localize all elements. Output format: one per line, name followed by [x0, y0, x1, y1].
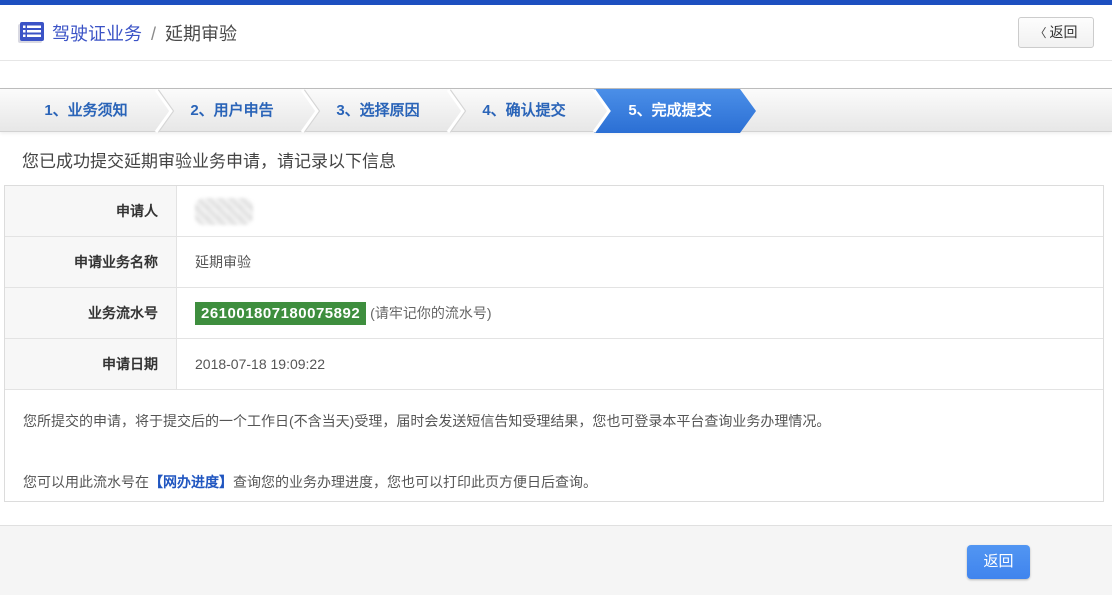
- serial-number-badge: 261001807180075892: [195, 301, 367, 325]
- row-value: [177, 186, 1103, 236]
- progress-query-link[interactable]: 【网办进度】: [149, 474, 233, 490]
- note-query: 您可以用此流水号在【网办进度】查询您的业务办理进度，您也可以打印此页方便日后查询…: [23, 472, 1085, 492]
- note-processing: 您所提交的申请，将于提交后的一个工作日(不含当天)受理，届时会发送短信告知受理结…: [23, 413, 831, 429]
- list-form-icon: [18, 22, 44, 43]
- note-query-pre: 您可以用此流水号在: [23, 474, 149, 490]
- row-label: 申请业务名称: [5, 237, 177, 287]
- note-query-post: 查询您的业务办理进度，您也可以打印此页方便日后查询。: [233, 474, 597, 490]
- step-tab-2[interactable]: 2、用户申告: [156, 89, 318, 133]
- serial-number-note: (请牢记你的流水号): [370, 305, 492, 321]
- page-header: 驾驶证业务 / 延期审验 〈返回: [0, 5, 1112, 61]
- redacted-applicant-name: [195, 197, 253, 225]
- table-row-apply-date: 申请日期 2018-07-18 19:09:22: [5, 339, 1103, 390]
- step-wizard: 1、业务须知 2、用户申告 3、选择原因 4、确认提交 5、完成提交: [0, 88, 1112, 133]
- step-tab-3[interactable]: 3、选择原因: [302, 89, 464, 133]
- table-row-serial-number: 业务流水号 261001807180075892 (请牢记你的流水号): [5, 288, 1103, 339]
- step-tab-5[interactable]: 5、完成提交: [594, 89, 756, 133]
- header-back-label: 返回: [1049, 24, 1078, 40]
- row-value: 2018-07-18 19:09:22: [195, 356, 325, 372]
- row-label: 业务流水号: [5, 288, 177, 338]
- row-value: 延期审验: [195, 254, 251, 270]
- breadcrumb: 驾驶证业务 / 延期审验: [52, 20, 237, 46]
- table-row-business-name: 申请业务名称 延期审验: [5, 237, 1103, 288]
- breadcrumb-current: 延期审验: [165, 23, 238, 44]
- table-row-applicant: 申请人: [5, 186, 1103, 237]
- result-table: 申请人 申请业务名称 延期审验 业务流水号 261001807180075892…: [4, 185, 1104, 502]
- footer-back-button[interactable]: 返回: [967, 545, 1030, 579]
- breadcrumb-separator: /: [151, 23, 157, 44]
- row-label: 申请人: [5, 186, 177, 236]
- header-back-button[interactable]: 〈返回: [1018, 17, 1094, 48]
- notes-section: 您所提交的申请，将于提交后的一个工作日(不含当天)受理，届时会发送短信告知受理结…: [5, 390, 1103, 501]
- chevron-left-icon: 〈: [1034, 26, 1047, 40]
- row-value: 261001807180075892 (请牢记你的流水号): [177, 288, 1103, 338]
- step-tab-1[interactable]: 1、业务须知: [10, 89, 172, 133]
- step-tab-4[interactable]: 4、确认提交: [448, 89, 610, 133]
- footer-bar: 返回: [0, 525, 1112, 595]
- breadcrumb-category: 驾驶证业务: [52, 23, 142, 44]
- row-label: 申请日期: [5, 339, 177, 389]
- success-message: 您已成功提交延期审验业务申请，请记录以下信息: [22, 152, 396, 171]
